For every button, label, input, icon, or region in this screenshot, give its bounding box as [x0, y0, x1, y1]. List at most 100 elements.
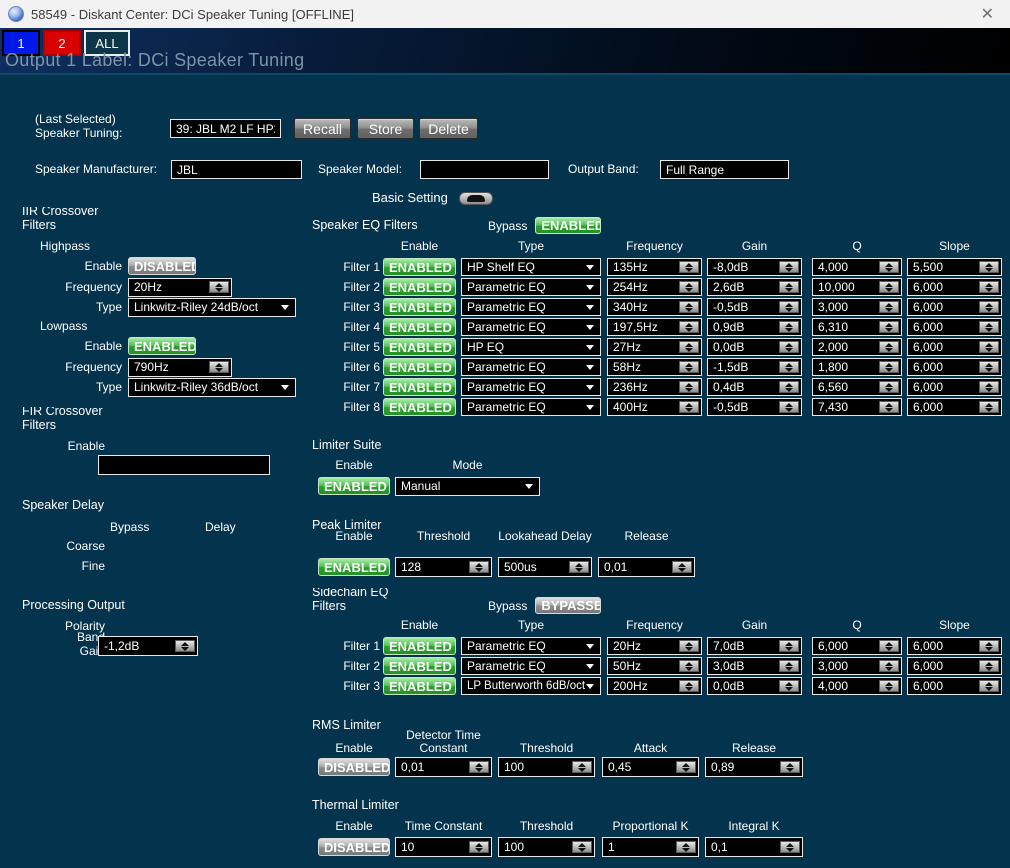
filter-type-select[interactable]: Parametric EQ — [461, 637, 601, 655]
spinner-buttons[interactable] — [979, 361, 999, 373]
filter-enable-button[interactable]: ENABLED — [383, 338, 456, 356]
filter-gain-input[interactable]: 7,0dB — [707, 637, 802, 655]
spinner-buttons[interactable] — [779, 281, 799, 293]
peak-release-input[interactable]: 0,01 — [598, 557, 695, 577]
lp-type-select[interactable]: Linkwitz-Riley 36dB/oct — [128, 378, 296, 397]
peak-lookahead-input[interactable]: 500us — [498, 557, 592, 577]
lp-enable-button[interactable]: ENABLED — [128, 337, 196, 355]
limiter-mode-select[interactable]: Manual — [395, 477, 540, 496]
filter-type-select[interactable]: Parametric EQ — [461, 318, 601, 336]
spinner-buttons[interactable] — [879, 261, 899, 273]
spinner-buttons[interactable] — [679, 361, 699, 373]
filter-enable-button[interactable]: ENABLED — [383, 318, 456, 336]
hp-frequency-input[interactable]: 20Hz — [128, 278, 232, 297]
thermal-threshold-input[interactable]: 100 — [498, 837, 595, 857]
spinner-buttons[interactable] — [979, 640, 999, 652]
spinner-buttons[interactable] — [779, 401, 799, 413]
recall-button[interactable]: Recall — [294, 118, 351, 139]
spinner-buttons[interactable] — [572, 841, 592, 853]
model-input[interactable] — [420, 160, 549, 179]
filter-q-input[interactable]: 10,000 — [812, 278, 902, 296]
spinner-buttons[interactable] — [779, 640, 799, 652]
spinner-buttons[interactable] — [779, 341, 799, 353]
spinner-buttons[interactable] — [779, 301, 799, 313]
rms-release-input[interactable]: 0,89 — [705, 757, 803, 777]
filter-type-select[interactable]: Parametric EQ — [461, 358, 601, 376]
hp-type-select[interactable]: Linkwitz-Riley 24dB/oct — [128, 298, 296, 317]
filter-slope-input[interactable]: 6,000 — [907, 338, 1002, 356]
filter-gain-input[interactable]: -1,5dB — [707, 358, 802, 376]
thermal-time-constant-input[interactable]: 10 — [395, 837, 492, 857]
filter-slope-input[interactable]: 6,000 — [907, 378, 1002, 396]
spinner-buttons[interactable] — [779, 381, 799, 393]
filter-frequency-input[interactable]: 254Hz — [607, 278, 702, 296]
filter-type-select[interactable]: Parametric EQ — [461, 298, 601, 316]
close-button[interactable]: ✕ — [971, 4, 1004, 24]
filter-enable-button[interactable]: ENABLED — [383, 298, 456, 316]
limiter-enable-button[interactable]: ENABLED — [318, 477, 390, 495]
spinner-buttons[interactable] — [979, 281, 999, 293]
rms-detector-input[interactable]: 0,01 — [395, 757, 492, 777]
spinner-buttons[interactable] — [780, 841, 800, 853]
filter-slope-input[interactable]: 5,500 — [907, 258, 1002, 276]
spinner-buttons[interactable] — [679, 261, 699, 273]
filter-enable-button[interactable]: ENABLED — [383, 378, 456, 396]
filter-gain-input[interactable]: -8,0dB — [707, 258, 802, 276]
spinner-buttons[interactable] — [780, 761, 800, 773]
spinner-buttons[interactable] — [469, 841, 489, 853]
spinner-buttons[interactable] — [679, 341, 699, 353]
spinner-buttons[interactable] — [979, 301, 999, 313]
spinner-buttons[interactable] — [672, 561, 692, 573]
spinner-buttons[interactable] — [979, 401, 999, 413]
filter-slope-input[interactable]: 6,000 — [907, 637, 1002, 655]
spinner-buttons[interactable] — [979, 321, 999, 333]
filter-enable-button[interactable]: ENABLED — [383, 637, 456, 655]
filter-frequency-input[interactable]: 236Hz — [607, 378, 702, 396]
speaker-tuning-input[interactable] — [170, 119, 281, 138]
filter-type-select[interactable]: HP Shelf EQ — [461, 258, 601, 276]
spinner-buttons[interactable] — [469, 761, 489, 773]
filter-gain-input[interactable]: -0,5dB — [707, 398, 802, 416]
filter-q-input[interactable]: 4,000 — [812, 258, 902, 276]
peak-enable-button[interactable]: ENABLED — [318, 558, 390, 576]
filter-frequency-input[interactable]: 20Hz — [607, 637, 702, 655]
manufacturer-input[interactable] — [171, 160, 302, 179]
spinner-buttons[interactable] — [572, 761, 592, 773]
spinner-buttons[interactable] — [979, 341, 999, 353]
filter-gain-input[interactable]: 0,0dB — [707, 677, 802, 695]
rms-attack-input[interactable]: 0,45 — [602, 757, 699, 777]
filter-type-select[interactable]: LP Butterworth 6dB/oct — [461, 677, 601, 695]
spinner-buttons[interactable] — [779, 261, 799, 273]
band-gain-input[interactable]: -1,2dB — [98, 636, 198, 656]
filter-type-select[interactable]: Parametric EQ — [461, 278, 601, 296]
spinner-buttons[interactable] — [679, 381, 699, 393]
output-band-input[interactable] — [660, 160, 789, 179]
spinner-buttons[interactable] — [879, 301, 899, 313]
filter-frequency-input[interactable]: 197,5Hz — [607, 318, 702, 336]
spinner-buttons[interactable] — [679, 281, 699, 293]
delete-button[interactable]: Delete — [419, 118, 478, 139]
filter-frequency-input[interactable]: 58Hz — [607, 358, 702, 376]
spinner-buttons[interactable] — [879, 660, 899, 672]
spinner-buttons[interactable] — [979, 680, 999, 692]
spinner-buttons[interactable] — [679, 401, 699, 413]
store-button[interactable]: Store — [357, 118, 414, 139]
spinner-buttons[interactable] — [779, 361, 799, 373]
hp-enable-button[interactable]: DISABLED — [128, 257, 196, 275]
spinner-buttons[interactable] — [679, 680, 699, 692]
filter-slope-input[interactable]: 6,000 — [907, 657, 1002, 675]
spinner-buttons[interactable] — [679, 301, 699, 313]
basic-setting-toggle[interactable] — [459, 192, 493, 205]
filter-slope-input[interactable]: 6,000 — [907, 298, 1002, 316]
filter-slope-input[interactable]: 6,000 — [907, 398, 1002, 416]
filter-frequency-input[interactable]: 135Hz — [607, 258, 702, 276]
spinner-buttons[interactable] — [209, 281, 229, 293]
spinner-buttons[interactable] — [979, 381, 999, 393]
rms-threshold-input[interactable]: 100 — [498, 757, 595, 777]
spinner-buttons[interactable] — [679, 660, 699, 672]
spinner-buttons[interactable] — [469, 561, 489, 573]
filter-q-input[interactable]: 7,430 — [812, 398, 902, 416]
filter-frequency-input[interactable]: 400Hz — [607, 398, 702, 416]
filter-q-input[interactable]: 6,560 — [812, 378, 902, 396]
spinner-buttons[interactable] — [209, 361, 229, 373]
